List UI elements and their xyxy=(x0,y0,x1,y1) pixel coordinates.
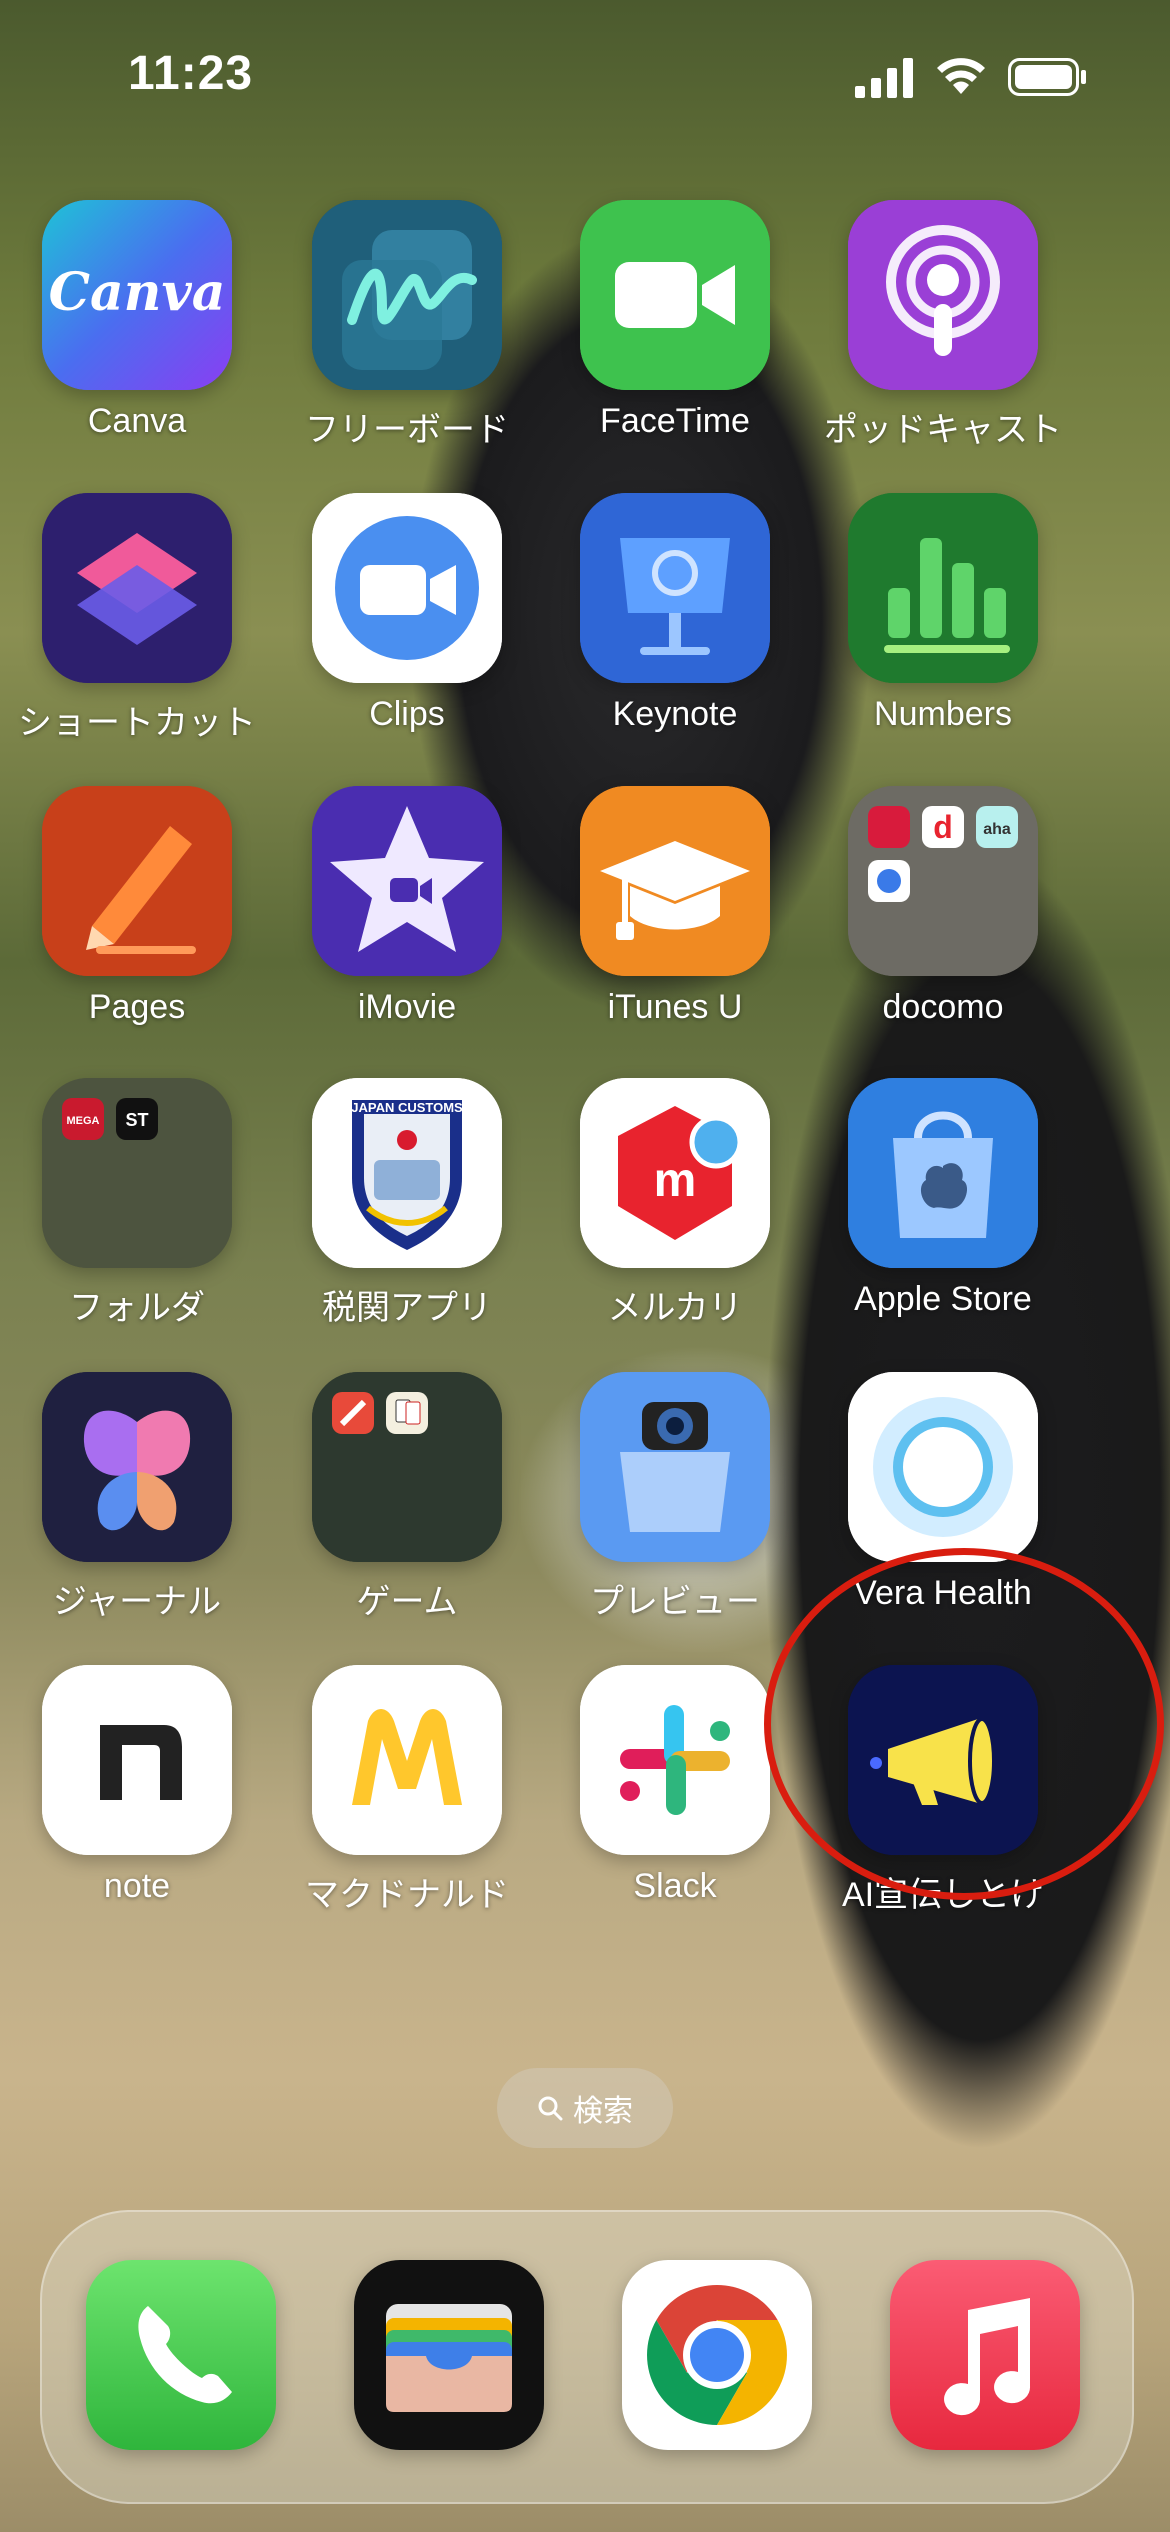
magnifier-icon xyxy=(538,2096,563,2121)
app-label: Keynote xyxy=(612,695,738,733)
folder-docomo[interactable]: d aha docomo xyxy=(808,786,1078,1027)
cellular-signal-icon xyxy=(855,58,913,98)
svg-text:JAPAN CUSTOMS: JAPAN CUSTOMS xyxy=(351,1100,463,1115)
chrome-icon[interactable] xyxy=(622,2260,812,2450)
pages-icon[interactable] xyxy=(42,786,232,976)
podcasts-icon[interactable] xyxy=(848,200,1038,390)
app-label: フリーボード xyxy=(305,411,509,449)
app-note[interactable]: note xyxy=(2,1665,272,1906)
app-freeform[interactable]: フリーボード xyxy=(272,200,542,451)
phone-icon[interactable] xyxy=(86,2260,276,2450)
app-label: Numbers xyxy=(874,695,1012,733)
canva-icon[interactable]: Canva xyxy=(42,200,232,390)
mercari-icon[interactable]: m xyxy=(580,1078,770,1268)
games-folder-icon[interactable] xyxy=(312,1372,502,1562)
imovie-icon[interactable] xyxy=(312,786,502,976)
search-button[interactable]: 検索 xyxy=(497,2068,673,2148)
app-label: マクドナルド xyxy=(305,1876,509,1914)
app-podcasts[interactable]: ポッドキャスト xyxy=(808,200,1078,451)
app-label: iTunes U xyxy=(607,988,743,1026)
vera-health-icon[interactable] xyxy=(848,1372,1038,1562)
svg-text:m: m xyxy=(654,1154,697,1207)
app-label: Slack xyxy=(633,1867,717,1905)
itunes-u-icon[interactable] xyxy=(580,786,770,976)
docomo-folder-icon[interactable]: d aha xyxy=(848,786,1038,976)
app-label: docomo xyxy=(882,988,1004,1026)
app-label: プレビュー xyxy=(590,1583,760,1621)
app-keynote[interactable]: Keynote xyxy=(540,493,810,734)
slack-icon[interactable] xyxy=(580,1665,770,1855)
app-shortcuts[interactable]: ショートカット xyxy=(2,493,272,744)
app-label: ショートカット xyxy=(18,704,256,742)
app-label: フォルダ xyxy=(69,1289,205,1327)
journal-icon[interactable] xyxy=(42,1372,232,1562)
app-mercari[interactable]: m メルカリ xyxy=(540,1078,810,1329)
apple-store-icon[interactable] xyxy=(848,1078,1038,1268)
app-japan-customs[interactable]: JAPAN CUSTOMS 税関アプリ xyxy=(272,1078,542,1329)
app-label: Canva xyxy=(87,402,187,440)
app-label: 税関アプリ xyxy=(322,1289,492,1327)
app-preview[interactable]: プレビュー xyxy=(540,1372,810,1623)
folder-icon[interactable]: MEGA ST xyxy=(42,1078,232,1268)
search-label: 検索 xyxy=(573,2095,633,2128)
shortcuts-icon[interactable] xyxy=(42,493,232,683)
app-pages[interactable]: Pages xyxy=(2,786,272,1027)
dock xyxy=(40,2210,1134,2504)
app-label: ジャーナル xyxy=(52,1583,222,1621)
japan-customs-icon[interactable]: JAPAN CUSTOMS xyxy=(312,1078,502,1268)
app-journal[interactable]: ジャーナル xyxy=(2,1372,272,1623)
status-time: 11:23 xyxy=(128,47,254,100)
battery-icon xyxy=(1008,58,1086,96)
app-apple-store[interactable]: Apple Store xyxy=(808,1078,1078,1319)
facetime-icon[interactable] xyxy=(580,200,770,390)
app-label: Apple Store xyxy=(854,1280,1032,1318)
svg-text:MEGA: MEGA xyxy=(67,1115,100,1127)
app-facetime[interactable]: FaceTime xyxy=(540,200,810,441)
wallet-icon[interactable] xyxy=(354,2260,544,2450)
keynote-icon[interactable] xyxy=(580,493,770,683)
app-label: Pages xyxy=(88,988,186,1026)
folder-untitled[interactable]: MEGA ST フォルダ xyxy=(2,1078,272,1329)
numbers-icon[interactable] xyxy=(848,493,1038,683)
app-numbers[interactable]: Numbers xyxy=(808,493,1078,734)
svg-text:Canva: Canva xyxy=(49,262,226,323)
note-icon[interactable] xyxy=(42,1665,232,1855)
wifi-icon xyxy=(937,58,985,94)
svg-text:ST: ST xyxy=(125,1110,148,1130)
app-label: FaceTime xyxy=(600,402,750,440)
app-imovie[interactable]: iMovie xyxy=(272,786,542,1027)
app-label: ゲーム xyxy=(356,1583,458,1621)
app-label: メルカリ xyxy=(607,1289,743,1327)
mcdonalds-icon[interactable] xyxy=(312,1665,502,1855)
folder-games[interactable]: ゲーム xyxy=(272,1372,542,1623)
status-bar: 11:23 xyxy=(0,0,1170,150)
app-label: ポッドキャスト xyxy=(824,411,1062,449)
preview-icon[interactable] xyxy=(580,1372,770,1562)
app-canva[interactable]: Canva Canva xyxy=(2,200,272,441)
music-icon[interactable] xyxy=(890,2260,1080,2450)
app-clips[interactable]: Clips xyxy=(272,493,542,734)
app-label: note xyxy=(103,1867,171,1905)
clips-icon[interactable] xyxy=(312,493,502,683)
app-label: iMovie xyxy=(357,988,457,1026)
app-itunes-u[interactable]: iTunes U xyxy=(540,786,810,1027)
svg-text:d: d xyxy=(933,809,953,845)
svg-text:aha: aha xyxy=(983,821,1011,838)
app-label: Clips xyxy=(369,695,445,733)
freeform-icon[interactable] xyxy=(312,200,502,390)
app-mcdonalds[interactable]: マクドナルド xyxy=(272,1665,542,1916)
highlight-circle-annotation xyxy=(764,1548,1164,1900)
